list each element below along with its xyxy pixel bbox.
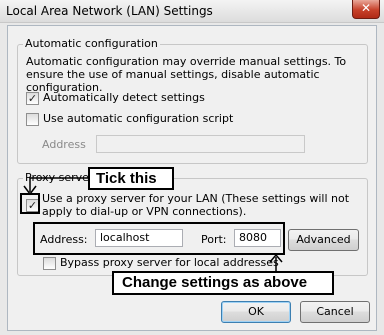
annotation-arrows — [23, 177, 283, 271]
tick-arrow — [29, 177, 88, 192]
